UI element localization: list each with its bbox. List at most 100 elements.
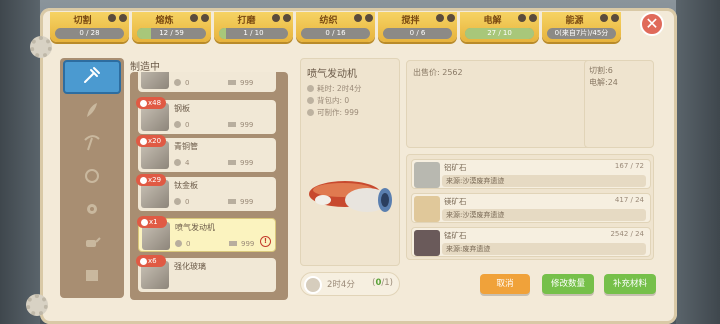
resource-tab[interactable]: 熔炼 12 / 59 xyxy=(132,12,211,42)
craft-item[interactable]: x6 强化玻璃 xyxy=(136,255,276,292)
fire-icon xyxy=(139,137,148,146)
info-icon[interactable] xyxy=(119,14,127,22)
material-count: 167 / 72 xyxy=(614,162,644,170)
backpack-icon xyxy=(175,240,182,247)
craft-item-price: 999 xyxy=(228,198,253,206)
resource-progress-bar: 0 / 16 xyxy=(301,28,370,39)
resource-progress-value: 1 / 10 xyxy=(243,29,264,37)
supply-materials-button[interactable]: 补充材料 xyxy=(604,274,656,294)
craft-item-name: 钢板 xyxy=(174,104,190,113)
info-icon[interactable] xyxy=(283,14,291,22)
craft-item[interactable]: x29 钛金板 0 999 xyxy=(136,174,276,211)
info-icon[interactable] xyxy=(611,14,619,22)
fire-icon xyxy=(139,257,148,266)
close-button[interactable]: ✕ xyxy=(640,12,664,36)
cancel-button[interactable]: 取消 xyxy=(480,274,530,294)
jet-engine-image xyxy=(309,181,392,212)
feather-icon xyxy=(82,100,102,124)
craft-list[interactable]: 0 999 x48 钢板 0 999 x20 青铜管 4 999 x29 钛金板 0 999 x1 喷气发动机… xyxy=(130,72,288,300)
backpack-count: 0 xyxy=(174,79,189,87)
materials-box: 铝矿石 167 / 72 来源:沙漠废弃遗迹 镁矿石 417 / 24 来源:沙… xyxy=(406,154,654,260)
category-tab[interactable] xyxy=(66,130,118,160)
resource-tab[interactable]: 能源 0(来自7片)/45分 xyxy=(542,12,621,42)
material-name: 锰矿石 xyxy=(444,231,467,240)
material-count: 417 / 24 xyxy=(614,196,644,204)
resource-progress-value: 0 / 6 xyxy=(409,29,426,37)
section-title: 制造中 xyxy=(130,62,160,73)
eye-icon[interactable] xyxy=(272,14,280,22)
category-tab[interactable] xyxy=(66,97,118,127)
category-tab[interactable] xyxy=(66,196,118,226)
resource-tab[interactable]: 切割 0 / 28 xyxy=(50,12,129,42)
backpack-icon xyxy=(174,159,181,166)
backpack-count: 0 xyxy=(174,121,189,129)
eye-icon[interactable] xyxy=(354,14,362,22)
resource-progress-bar: 0(来自7片)/45分 xyxy=(547,28,616,39)
tools-icon xyxy=(82,65,102,89)
info-icon[interactable] xyxy=(365,14,373,22)
eye-icon[interactable] xyxy=(108,14,116,22)
material-source: 来源:沙漠废弃遗迹 xyxy=(442,209,646,221)
sale-price: 出售价: 2562 xyxy=(413,68,463,77)
resource-progress-value: 0 / 16 xyxy=(325,29,346,37)
backpack-icon xyxy=(174,79,181,86)
item-name: 喷气发动机 xyxy=(307,69,357,80)
time-row: 耗时: 2时4分 xyxy=(307,83,361,94)
material-name: 铝矿石 xyxy=(444,163,467,172)
material-row[interactable]: 铝矿石 167 / 72 来源:沙漠废弃遗迹 xyxy=(411,159,651,189)
material-row[interactable]: 镁矿石 417 / 24 来源:沙漠废弃遗迹 xyxy=(411,193,651,223)
fire-icon xyxy=(140,218,149,227)
craft-item[interactable]: x1 喷气发动机 0 999! xyxy=(137,216,276,252)
info-icon[interactable] xyxy=(201,14,209,22)
category-tab[interactable] xyxy=(66,262,118,292)
resource-progress-bar: 0 / 28 xyxy=(55,28,124,39)
resource-tab[interactable]: 纺织 0 / 16 xyxy=(296,12,375,42)
resource-tab[interactable]: 打磨 1 / 10 xyxy=(214,12,293,42)
resource-tabs: 切割 0 / 28 熔炼 12 / 59 打磨 1 / 10 纺织 0 / 16 搅拌 … xyxy=(50,12,621,44)
wrench-icon xyxy=(307,109,314,116)
coin-icon xyxy=(228,199,236,204)
modify-quantity-button[interactable]: 修改数量 xyxy=(542,274,594,294)
ore-icon xyxy=(414,230,440,256)
ore-icon xyxy=(414,196,440,222)
resource-progress-bar: 1 / 10 xyxy=(219,28,288,39)
craft-timer: 2时4分 (0/1) xyxy=(300,272,400,296)
craft-item[interactable]: x48 钢板 0 999 xyxy=(136,97,276,134)
stat-electrolysis: 电解:24 xyxy=(589,78,618,87)
category-tab[interactable] xyxy=(66,163,118,193)
craft-item[interactable]: x20 青铜管 4 999 xyxy=(136,135,276,172)
eye-icon[interactable] xyxy=(518,14,526,22)
material-row[interactable]: 锰矿石 2542 / 24 来源:废弃遗迹 xyxy=(411,227,651,257)
eye-icon[interactable] xyxy=(600,14,608,22)
craft-item[interactable]: 0 999 xyxy=(138,72,276,92)
backpack-count: 0 xyxy=(175,240,190,248)
fire-icon xyxy=(139,176,148,185)
material-source: 来源:废弃遗迹 xyxy=(442,243,646,255)
craftable-row: 可制作: 999 xyxy=(307,107,359,118)
pickaxe-icon xyxy=(82,133,102,157)
resource-tab-label: 打磨 xyxy=(237,16,256,26)
coin-icon xyxy=(228,122,236,127)
category-tab[interactable] xyxy=(66,229,118,259)
resource-tab-label: 能源 xyxy=(565,16,584,26)
resource-tab-label: 搅拌 xyxy=(401,16,420,26)
resource-tab-label: 电解 xyxy=(483,16,502,26)
material-name: 镁矿石 xyxy=(444,197,467,206)
material-source: 来源:沙漠废弃遗迹 xyxy=(442,175,646,187)
stat-cut: 切割:6 xyxy=(589,66,613,75)
eye-icon[interactable] xyxy=(190,14,198,22)
fire-icon xyxy=(139,99,148,108)
craft-item-name: 钛金板 xyxy=(174,181,198,190)
category-tab[interactable] xyxy=(63,60,121,94)
resource-tab-label: 切割 xyxy=(73,16,92,26)
info-icon[interactable] xyxy=(529,14,537,22)
resource-tab-label: 熔炼 xyxy=(155,16,174,26)
resource-tab[interactable]: 电解 27 / 10 xyxy=(460,12,539,42)
warning-icon[interactable]: ! xyxy=(260,236,271,247)
resource-tab[interactable]: 搅拌 0 / 6 xyxy=(378,12,457,42)
info-icon[interactable] xyxy=(447,14,455,22)
watering-can-icon xyxy=(82,232,102,256)
eye-icon[interactable] xyxy=(436,14,444,22)
gear-decoration-icon xyxy=(30,36,52,58)
resource-progress-bar: 0 / 6 xyxy=(383,28,452,39)
